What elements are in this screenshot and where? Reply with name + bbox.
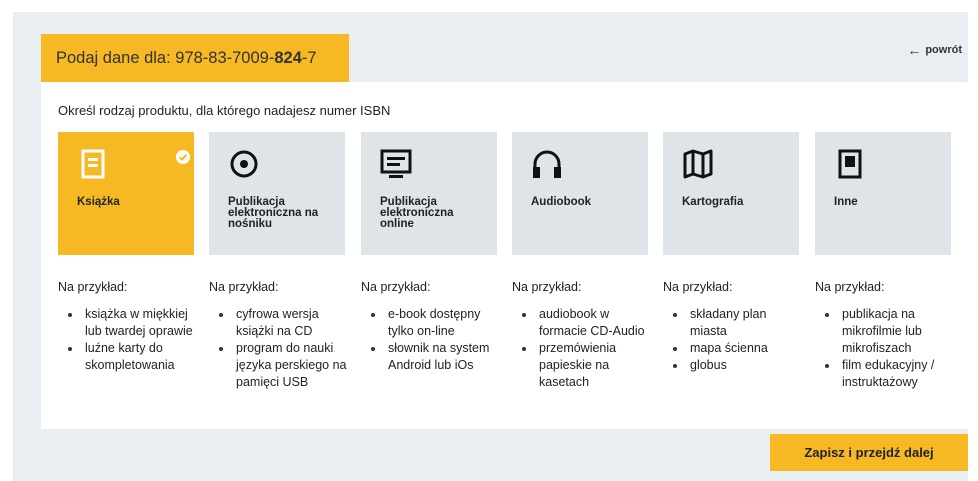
card-label: Inne bbox=[834, 196, 858, 208]
list-item: cyfrowa wersja książki na CD bbox=[209, 306, 349, 340]
list-item: globus bbox=[663, 357, 803, 374]
save-and-continue-button[interactable]: Zapisz i przejdź dalej bbox=[770, 434, 968, 471]
list-item: książka w miękkiej lub twardej oprawie bbox=[58, 306, 198, 340]
examples-title: Na przykład: bbox=[58, 280, 128, 294]
check-icon bbox=[176, 150, 190, 164]
map-icon bbox=[683, 149, 713, 179]
list-item: film edukacyjny / instruktażowy bbox=[815, 357, 955, 391]
list-item: e-book dostępny tylko on-line bbox=[361, 306, 501, 340]
card-label: Publikacja elektroniczna na nośniku bbox=[228, 196, 319, 230]
list-item: przemówienia papieskie na kasetach bbox=[512, 340, 652, 391]
arrow-left-icon: ← bbox=[907, 42, 922, 58]
header-suffix: -7 bbox=[301, 48, 317, 67]
book-icon bbox=[81, 149, 105, 179]
list-item: składany plan miasta bbox=[663, 306, 803, 340]
card-ksiazka[interactable]: Książka bbox=[58, 132, 194, 255]
card-kartografia[interactable]: Kartografia bbox=[663, 132, 799, 255]
examples-title: Na przykład: bbox=[361, 280, 431, 294]
document-icon bbox=[838, 149, 862, 179]
monitor-icon bbox=[380, 149, 412, 178]
list-item: audiobook w formacie CD-Audio bbox=[512, 306, 652, 340]
examples-title: Na przykład: bbox=[663, 280, 733, 294]
back-link[interactable]: ← powrót bbox=[907, 42, 962, 58]
examples-publikacja-nosnik: Na przykład: cyfrowa wersja książki na C… bbox=[209, 280, 349, 391]
list-item: mapa ścienna bbox=[663, 340, 803, 357]
intro-text: Określ rodzaj produktu, dla którego nada… bbox=[58, 103, 391, 118]
header-isbn-bold: 824 bbox=[274, 48, 302, 67]
headphones-icon bbox=[533, 150, 561, 178]
form-container: Podaj dane dla: 978-83-7009- 824 -7 ← powr… bbox=[13, 12, 968, 481]
examples-audiobook: Na przykład: audiobook w formacie CD-Aud… bbox=[512, 280, 652, 391]
card-label: Audiobook bbox=[531, 196, 592, 208]
examples-ksiazka: Na przykład: książka w miękkiej lub twar… bbox=[58, 280, 198, 374]
card-publikacja-nosnik[interactable]: Publikacja elektroniczna na nośniku bbox=[209, 132, 345, 255]
examples-title: Na przykład: bbox=[815, 280, 885, 294]
card-publikacja-online[interactable]: Publikacja elektroniczna online bbox=[361, 132, 497, 255]
examples-inne: Na przykład: publikacja na mikrofilmie l… bbox=[815, 280, 955, 391]
list-item: luźne karty do skompletowania bbox=[58, 340, 198, 374]
product-type-panel: Określ rodzaj produktu, dla którego nada… bbox=[41, 82, 968, 429]
card-inne[interactable]: Inne bbox=[815, 132, 951, 255]
card-label: Publikacja elektroniczna online bbox=[380, 196, 454, 230]
examples-title: Na przykład: bbox=[512, 280, 582, 294]
isbn-header: Podaj dane dla: 978-83-7009- 824 -7 bbox=[41, 34, 349, 82]
examples-kartografia: Na przykład: składany plan miasta mapa ś… bbox=[663, 280, 803, 374]
card-audiobook[interactable]: Audiobook bbox=[512, 132, 648, 255]
list-item: słownik na system Android lub iOs bbox=[361, 340, 501, 374]
card-label: Kartografia bbox=[682, 196, 744, 208]
examples-publikacja-online: Na przykład: e-book dostępny tylko on-li… bbox=[361, 280, 501, 374]
examples-title: Na przykład: bbox=[209, 280, 279, 294]
back-link-label: powrót bbox=[925, 44, 962, 56]
list-item: publikacja na mikrofilmie lub mikrofisza… bbox=[815, 306, 955, 357]
list-item: program do nauki języka perskiego na pam… bbox=[209, 340, 349, 391]
card-label: Książka bbox=[77, 196, 120, 208]
header-prefix: Podaj dane dla: 978-83-7009- bbox=[56, 48, 275, 67]
disc-icon bbox=[230, 150, 258, 178]
